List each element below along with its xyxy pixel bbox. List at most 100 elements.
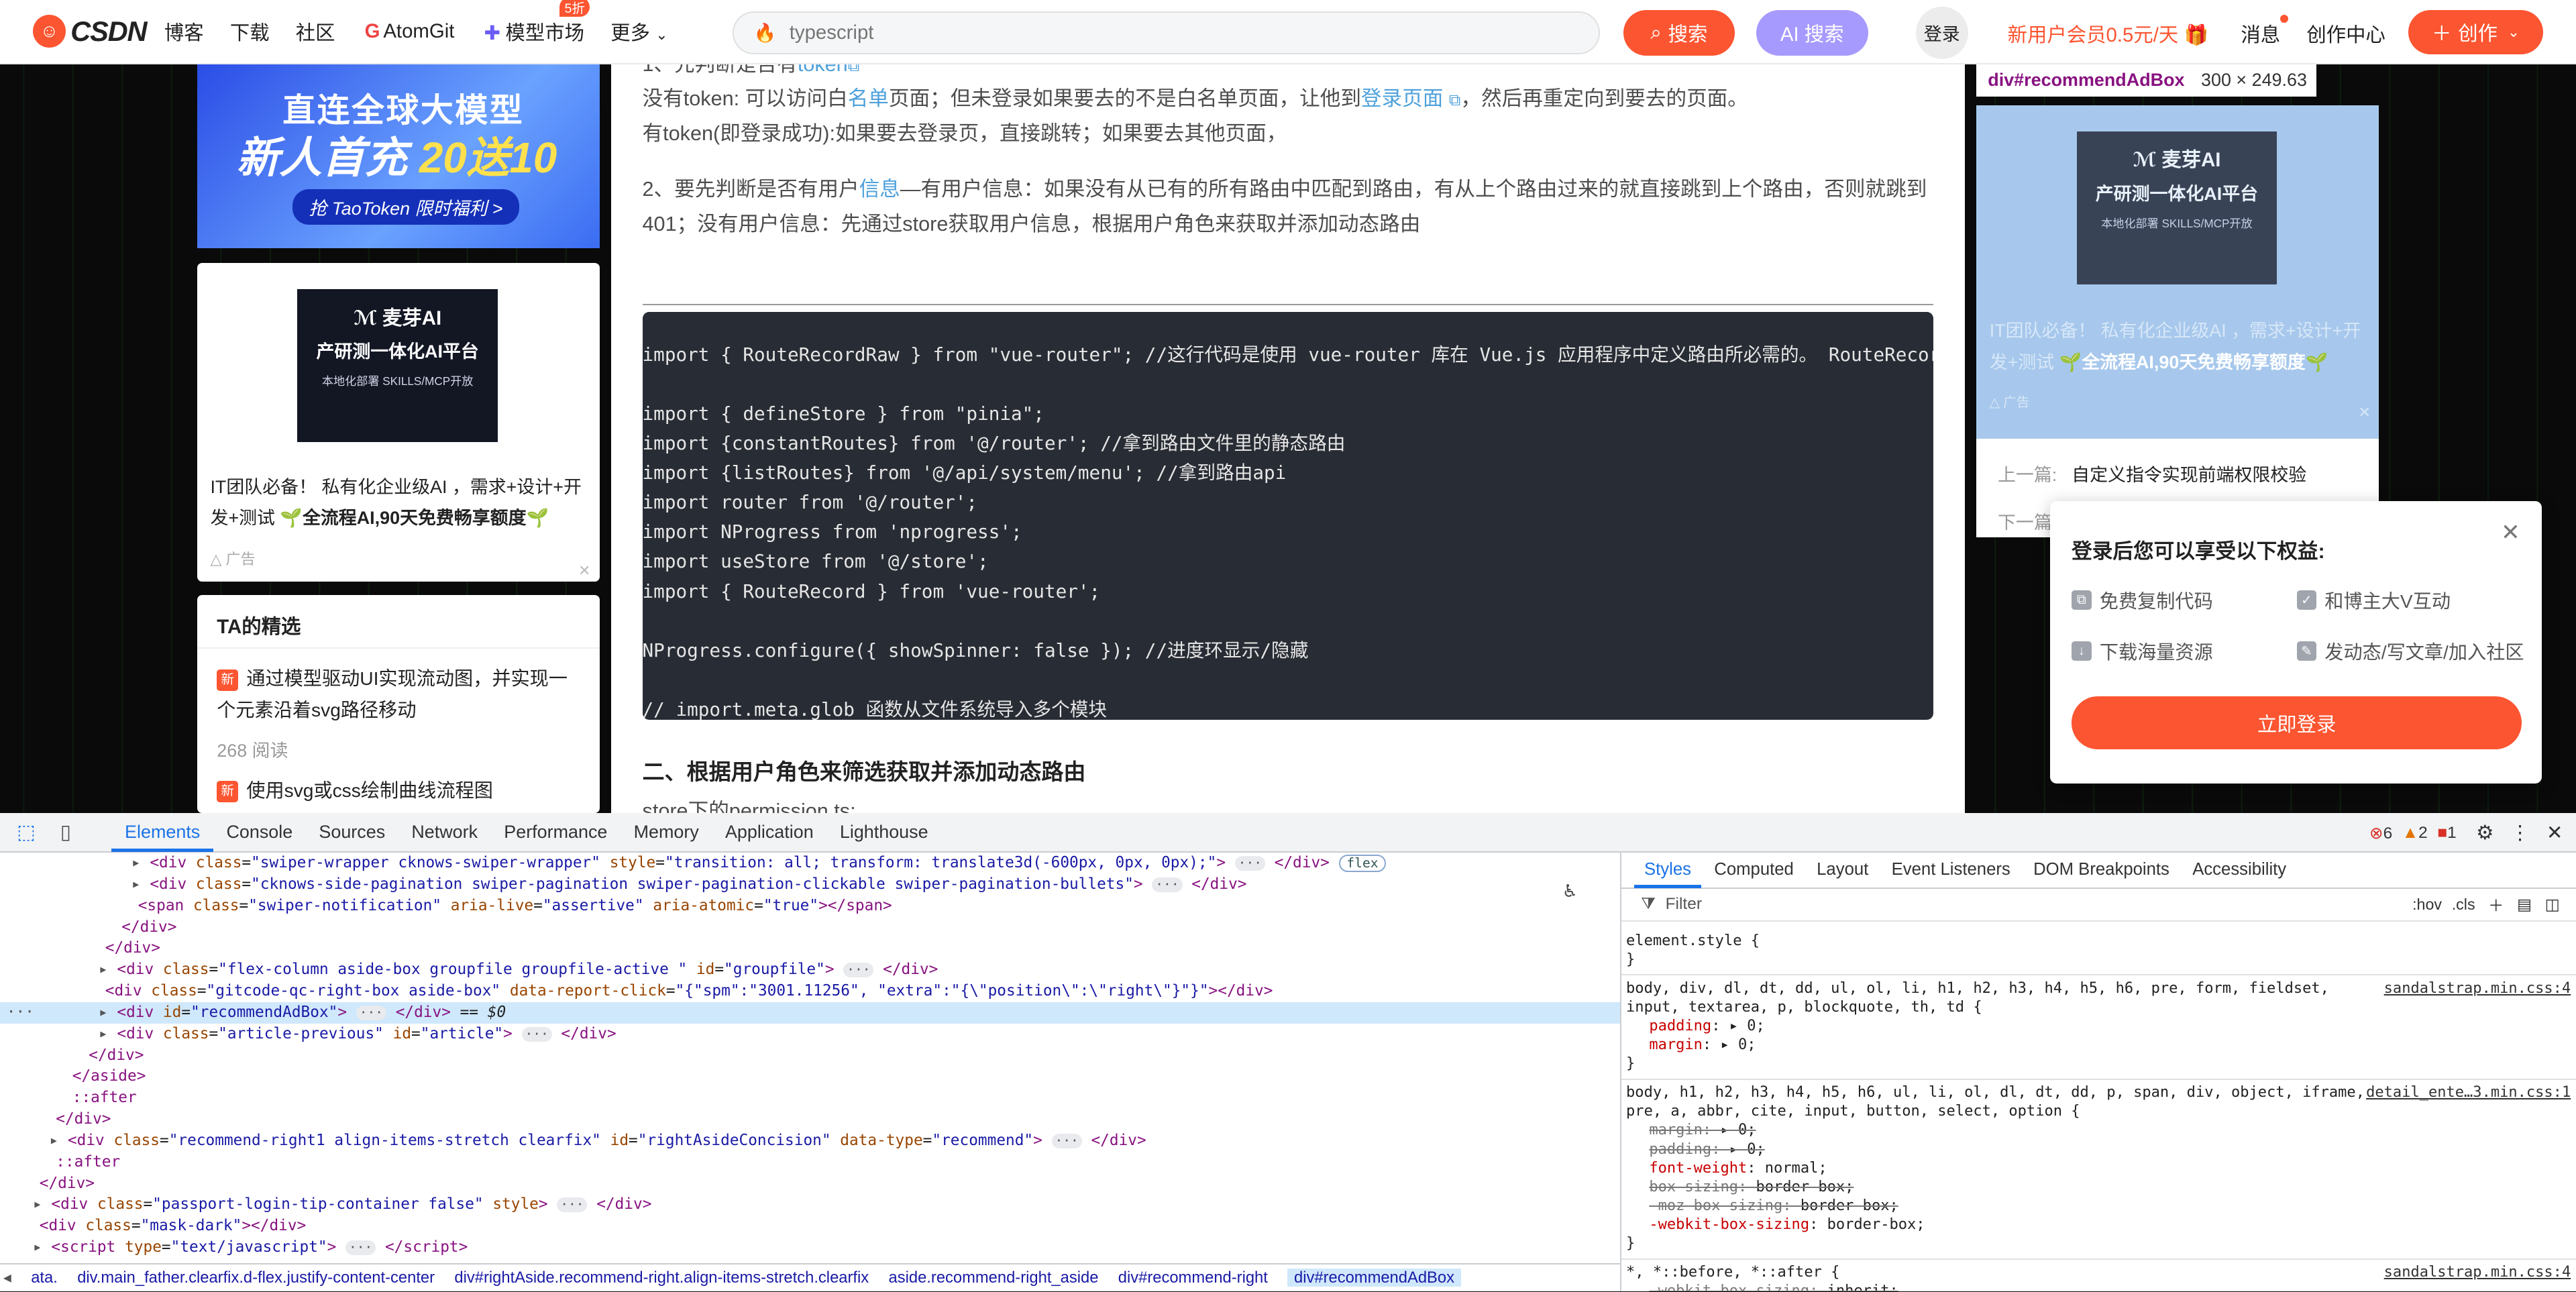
expand-arrow-icon[interactable]: ▸ [131, 875, 141, 893]
css-rule[interactable]: body, div, dl, dt, dd, ul, ol, li, h1, h… [1626, 979, 2571, 1074]
devtools-tab-console[interactable]: Console [226, 812, 292, 852]
close-icon[interactable]: ✕ [2501, 519, 2520, 546]
vip-promo-link[interactable]: 新用户会员0.5元/天 🎁 [2008, 19, 2208, 48]
gear-icon[interactable]: ⚙ [2476, 821, 2493, 845]
left-ad-card[interactable]: ℳ 麦芽AI 产研测一体化AI平台 本地化部署 SKILLS/MCP开放 IT团… [197, 262, 600, 582]
dom-node-line[interactable]: </div> [0, 917, 1620, 938]
expand-arrow-icon[interactable]: ▸ [99, 1025, 108, 1042]
devtools-tab-application[interactable]: Application [725, 812, 814, 852]
dom-node-line[interactable]: ::after [0, 1087, 1620, 1109]
breadcrumb-item[interactable]: div.main_father.clearfix.d-flex.justify-… [77, 1269, 435, 1287]
styles-filter-input[interactable]: Filter [1666, 895, 1702, 914]
dom-node-line[interactable]: <div class="gitcode-qc-right-box aside-b… [0, 981, 1620, 1002]
dom-node-line[interactable]: ▸ <div class="article-previous" id="arti… [0, 1024, 1620, 1045]
close-devtools-icon[interactable]: ✕ [2546, 821, 2563, 845]
expand-arrow-icon[interactable]: ▸ [99, 1004, 108, 1021]
creator-center-link[interactable]: 创作中心 [2306, 19, 2385, 48]
create-button[interactable]: ＋ 创作 ⌄ [2408, 9, 2544, 54]
expand-arrow-icon[interactable]: ▸ [49, 1132, 58, 1149]
more-options-icon[interactable]: ⋮ [2510, 821, 2530, 845]
dom-node-line[interactable]: </div> [0, 1109, 1620, 1130]
breadcrumb-item[interactable]: ata. [31, 1269, 58, 1287]
devtools-tab-memory[interactable]: Memory [634, 812, 699, 852]
nav-link-download[interactable]: 下载 [230, 17, 270, 46]
elements-dom-tree[interactable]: ♿ ▸ <div class="swiper-wrapper cknows-sw… [0, 853, 1620, 1264]
info-count[interactable]: ■1 [2437, 824, 2456, 843]
taotoken-banner-ad[interactable]: 直连全球大模型 新人首充 20送10 抢 TaoToken 限时福利 > [197, 64, 600, 248]
styles-tab-computed[interactable]: Computed [1714, 853, 1794, 888]
login-page-link[interactable]: 登录页面 [1361, 87, 1443, 110]
devtools-tab-sources[interactable]: Sources [319, 812, 385, 852]
recommend-ad-box[interactable]: ℳ 麦芽AI 产研测一体化AI平台 本地化部署 SKILLS/MCP开放 IT团… [1976, 105, 2379, 439]
nav-link-community[interactable]: 社区 [296, 17, 335, 46]
login-button[interactable]: 登录 [1915, 6, 1968, 60]
login-now-button[interactable]: 立即登录 [2072, 696, 2522, 749]
styles-tab-event-listeners[interactable]: Event Listeners [1892, 853, 2010, 888]
dom-node-line[interactable]: </div> [0, 1173, 1620, 1195]
sidebar-toggle-icon[interactable]: ◫ [2545, 896, 2560, 914]
search-input[interactable] [789, 21, 1578, 44]
dom-node-line[interactable]: <span class="swiper-notification" aria-l… [0, 896, 1620, 917]
messages-link[interactable]: 消息 [2241, 15, 2289, 48]
expand-arrow-icon[interactable]: ▸ [33, 1195, 42, 1213]
toggle-hov-button[interactable]: :hov [2412, 896, 2442, 914]
new-rule-icon[interactable]: ＋ [2488, 893, 2504, 916]
csdn-logo[interactable]: ☺ CSDN [32, 15, 148, 48]
dom-node-line[interactable]: ▸ <div class="passport-login-tip-contain… [0, 1194, 1620, 1216]
left-ad-close-icon[interactable]: ✕ [578, 562, 590, 580]
dom-node-line[interactable]: ▸ <script type="text/javascript"> ··· </… [0, 1237, 1620, 1258]
computed-toggle-icon[interactable]: ▤ [2517, 896, 2532, 914]
ta-item-1[interactable]: 新通过模型驱动UI实现流动图，并实现一个元素沿着svg路径移动 [217, 663, 582, 726]
devtools-tab-elements[interactable]: Elements [111, 812, 213, 853]
css-rule[interactable]: element.style {} [1626, 932, 2571, 969]
token-link[interactable]: token [798, 64, 848, 76]
devtools-tab-lighthouse[interactable]: Lighthouse [840, 812, 928, 852]
breadcrumb-item[interactable]: div#recommend-right [1118, 1269, 1268, 1287]
warning-count[interactable]: ▲2 [2402, 824, 2428, 843]
css-rule[interactable]: *, *::before, *::after {sandalstrap.min.… [1626, 1263, 2571, 1291]
dom-node-line[interactable]: ▸ <div class="flex-column aside-box grou… [0, 959, 1620, 981]
dom-node-line[interactable]: ▸ <div class="swiper-wrapper cknows-swip… [0, 853, 1620, 874]
rule-source-link[interactable]: sandalstrap.min.css:4 [2384, 1263, 2571, 1282]
dom-node-line[interactable]: ::after [0, 1152, 1620, 1173]
nav-link-blog[interactable]: 博客 [164, 17, 204, 46]
error-count[interactable]: ⊗6 [2369, 823, 2392, 843]
code-block[interactable]: import { RouteRecordRaw } from "vue-rout… [642, 312, 1934, 720]
inspect-element-icon[interactable]: ⬚ [13, 820, 40, 844]
rule-source-link[interactable]: sandalstrap.min.css:4 [2384, 979, 2571, 998]
nav-more-dropdown[interactable]: 更多 ⌄ [610, 17, 667, 46]
styles-tab-styles[interactable]: Styles [1634, 853, 1701, 888]
toggle-cls-button[interactable]: .cls [2452, 896, 2475, 914]
expand-arrow-icon[interactable]: ▸ [131, 854, 141, 871]
css-rule[interactable]: body, h1, h2, h3, h4, h5, h6, ul, li, ol… [1626, 1083, 2571, 1253]
dom-node-line[interactable]: ▸ <div class="recommend-right1 align-ite… [0, 1130, 1620, 1152]
rule-source-link[interactable]: detail_ente…3.min.css:1 [2366, 1083, 2571, 1102]
ai-search-button[interactable]: AI 搜索 [1756, 9, 1868, 56]
breadcrumb-left-arrow-icon[interactable]: ◂ [3, 1269, 11, 1287]
breadcrumb-item[interactable]: aside.recommend-right_aside [889, 1269, 1099, 1287]
device-toolbar-icon[interactable]: ▯ [52, 820, 78, 844]
prev-article-link[interactable]: 自定义指令实现前端权限校验 [2072, 460, 2306, 486]
nav-link-atomgit[interactable]: G AtomGit [365, 20, 455, 43]
dom-node-line[interactable]: </div> [0, 938, 1620, 959]
expand-arrow-icon[interactable]: ▸ [33, 1238, 42, 1256]
search-button[interactable]: ⌕ 搜索 [1623, 9, 1735, 56]
nav-link-model-market[interactable]: ✚ 模型市场 5折 [484, 0, 590, 46]
dom-node-line[interactable]: </div> [0, 1045, 1620, 1067]
styles-tab-accessibility[interactable]: Accessibility [2192, 853, 2286, 888]
styles-tab-dom-breakpoints[interactable]: DOM Breakpoints [2033, 853, 2169, 888]
devtools-tab-network[interactable]: Network [411, 812, 478, 852]
dom-node-line[interactable]: ··· ▸ <div id="recommendAdBox"> ··· </div… [0, 1002, 1620, 1024]
whitelist-link[interactable]: 名单 [848, 87, 889, 110]
dom-node-line[interactable]: ▸ <div class="cknows-side-pagination swi… [0, 874, 1620, 896]
breadcrumb-item[interactable]: div#rightAside.recommend-right.align-ite… [454, 1269, 869, 1287]
info-link[interactable]: 信息 [859, 178, 900, 201]
styles-tab-layout[interactable]: Layout [1817, 853, 1868, 888]
ta-item-2[interactable]: 新使用svg或css绘制曲线流程图 [217, 775, 582, 807]
expand-arrow-icon[interactable]: ▸ [99, 961, 108, 978]
right-ad-close-icon[interactable]: ✕ [2358, 404, 2370, 421]
dom-node-line[interactable]: </aside> [0, 1066, 1620, 1087]
devtools-tab-performance[interactable]: Performance [504, 812, 607, 852]
dom-node-line[interactable]: <div class="mask-dark"></div> [0, 1216, 1620, 1237]
breadcrumb-item[interactable]: div#recommendAdBox [1287, 1269, 1461, 1287]
